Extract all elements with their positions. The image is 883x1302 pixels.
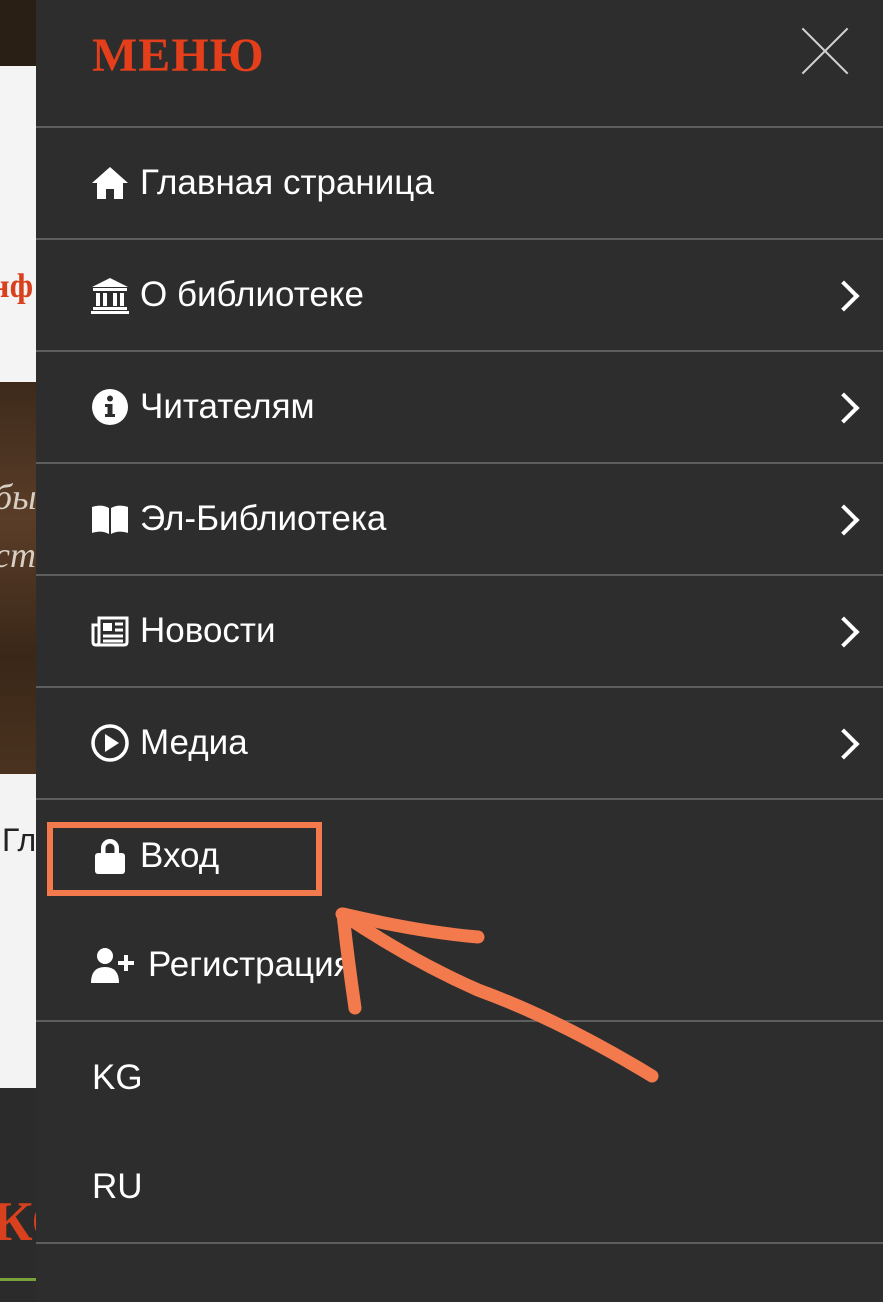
chevron-right-icon <box>828 504 860 536</box>
menu-item-label: О библиотеке <box>140 275 364 314</box>
language-label: RU <box>92 1167 143 1206</box>
bg-fragment: ст <box>0 535 36 575</box>
info-circle-icon <box>90 387 130 427</box>
bg-fragment: Гл <box>2 822 36 858</box>
chevron-right-icon <box>828 392 860 424</box>
menu-item-label: Главная страница <box>140 163 434 202</box>
menu-item-register[interactable]: Регистрация <box>36 910 883 1022</box>
newspaper-icon <box>90 611 130 651</box>
menu-item-about[interactable]: О библиотеке <box>36 240 883 352</box>
language-option-ru[interactable]: RU <box>36 1132 883 1244</box>
book-open-icon <box>90 499 130 539</box>
menu-item-label: Читателям <box>140 387 315 426</box>
menu-item-home[interactable]: Главная страница <box>36 128 883 240</box>
background-page: нф бы ст Гл КС <box>0 0 36 1302</box>
menu-item-news[interactable]: Новости <box>36 576 883 688</box>
menu-header: МЕНЮ <box>36 0 883 128</box>
bg-white-block <box>0 66 36 382</box>
chevron-right-icon <box>828 280 860 312</box>
chevron-right-icon <box>828 728 860 760</box>
menu-item-label: Медиа <box>140 723 248 762</box>
menu-item-media[interactable]: Медиа <box>36 688 883 800</box>
language-label: KG <box>92 1058 143 1097</box>
side-menu-drawer: МЕНЮ Главная страница О библиотеке Читат… <box>36 0 883 1302</box>
menu-item-e-library[interactable]: Эл-Библиотека <box>36 464 883 576</box>
user-plus-icon <box>90 945 138 985</box>
menu-title: МЕНЮ <box>92 29 265 82</box>
annotation-highlight-box <box>47 822 322 896</box>
bg-fragment: бы <box>0 477 36 517</box>
chevron-right-icon <box>828 616 860 648</box>
bg-hero-image <box>0 382 36 774</box>
bg-header-strip <box>0 0 36 66</box>
bg-fragment: нф <box>0 268 34 305</box>
menu-item-label: Новости <box>140 611 276 650</box>
menu-item-label: Регистрация <box>148 945 353 984</box>
home-icon <box>90 163 130 203</box>
bg-green-line <box>0 1278 36 1281</box>
language-option-kg[interactable]: KG <box>36 1022 883 1134</box>
bg-fragment: КС <box>0 1191 36 1253</box>
play-circle-icon <box>90 723 130 763</box>
menu-item-readers[interactable]: Читателям <box>36 352 883 464</box>
close-icon[interactable] <box>802 28 848 74</box>
menu-item-label: Эл-Библиотека <box>140 499 387 538</box>
landmark-icon <box>90 275 130 315</box>
